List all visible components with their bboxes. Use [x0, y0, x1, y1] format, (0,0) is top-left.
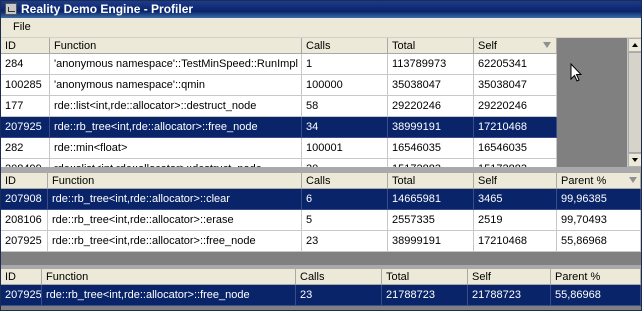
cell-function[interactable]: 'anonymous namespace'::qmin: [50, 75, 302, 96]
cell-self[interactable]: 35038047: [474, 75, 557, 96]
cell-calls[interactable]: 100000: [302, 75, 388, 96]
cell-function[interactable]: rde::rb_tree<int,rde::allocator>::free_n…: [50, 117, 302, 138]
scroll-down-arrow-icon[interactable]: [628, 153, 641, 167]
callees-grid: ID Function Calls Total Self Parent % 20…: [1, 269, 641, 310]
column-header-calls[interactable]: Calls: [302, 38, 388, 54]
column-header-function[interactable]: Function: [48, 173, 302, 189]
cell-calls[interactable]: 58: [302, 96, 388, 117]
column-header-calls[interactable]: Calls: [296, 269, 382, 285]
profiler-window: Reality Demo Engine - Profiler File ID F…: [0, 0, 642, 311]
cell-calls[interactable]: 23: [296, 285, 382, 306]
top-grid-scrollbar[interactable]: [627, 38, 641, 167]
cell-calls[interactable]: 34: [302, 117, 388, 138]
cell-calls[interactable]: 100001: [302, 138, 388, 159]
cell-id[interactable]: 100285: [1, 75, 50, 96]
cell-function[interactable]: 'anonymous namespace'::TestMinSpeed::Run…: [50, 54, 302, 75]
column-header-parent-percent[interactable]: Parent %: [551, 269, 641, 285]
column-header-function[interactable]: Function: [50, 38, 302, 54]
sort-descending-icon[interactable]: [629, 177, 637, 183]
cell-self[interactable]: 2519: [474, 210, 557, 231]
cell-parent-percent[interactable]: 99,70493: [557, 210, 641, 231]
cell-total[interactable]: 113789973: [388, 54, 474, 75]
column-header-total[interactable]: Total: [388, 38, 474, 54]
cell-self[interactable]: 16546035: [474, 138, 557, 159]
menu-file[interactable]: File: [13, 21, 31, 33]
column-header-id[interactable]: ID: [1, 38, 50, 54]
cell-total[interactable]: 2557335: [388, 210, 474, 231]
cell-total[interactable]: 14665981: [388, 189, 474, 210]
column-header-function[interactable]: Function: [42, 269, 296, 285]
table-row[interactable]: 207925 rde::rb_tree<int,rde::allocator>::…: [1, 117, 557, 138]
sort-descending-icon[interactable]: [543, 42, 551, 48]
column-header-self[interactable]: Self: [474, 173, 557, 189]
callers-grid: ID Function Calls Total Self Parent % 20…: [1, 173, 641, 265]
cell-id[interactable]: 282: [1, 138, 50, 159]
cell-function[interactable]: rde::rb_tree<int,rde::allocator>::clear: [48, 189, 302, 210]
cell-function[interactable]: rde::rb_tree<int,rde::allocator>::free_n…: [48, 231, 302, 252]
cell-function[interactable]: rde::min<float>: [50, 138, 302, 159]
bottom-grid-header: ID Function Calls Total Self Parent %: [1, 269, 641, 285]
table-row[interactable]: 177 rde::list<int,rde::allocator>::destru…: [1, 96, 557, 117]
cell-self[interactable]: 3465: [474, 189, 557, 210]
column-header-self[interactable]: Self: [468, 269, 551, 285]
cell-id[interactable]: 207908: [1, 189, 48, 210]
cell-total[interactable]: 29220246: [388, 96, 474, 117]
cell-id[interactable]: 177: [1, 96, 50, 117]
table-row[interactable]: 207925 rde::rb_tree<int,rde::allocator>::…: [1, 231, 641, 252]
mouse-cursor-icon: [570, 63, 582, 82]
table-row[interactable]: 207925 rde::rb_tree<int,rde::allocator>::…: [1, 285, 641, 306]
cell-self[interactable]: 62205341: [474, 54, 557, 75]
table-row[interactable]: 208106 rde::rb_tree<int,rde::allocator>::…: [1, 210, 641, 231]
cell-id[interactable]: 207925: [1, 285, 42, 306]
cell-total[interactable]: 38999191: [388, 117, 474, 138]
scroll-up-arrow-icon[interactable]: [628, 38, 641, 52]
column-header-total[interactable]: Total: [382, 269, 468, 285]
scroll-thumb[interactable]: [628, 52, 641, 153]
menu-bar: File: [1, 18, 641, 37]
title-bar[interactable]: Reality Demo Engine - Profiler: [1, 1, 641, 18]
column-header-id[interactable]: ID: [1, 173, 48, 189]
cell-self[interactable]: 29220246: [474, 96, 557, 117]
cell-function[interactable]: rde::list<int,rde::allocator>::destruct_…: [50, 96, 302, 117]
column-header-id[interactable]: ID: [1, 269, 42, 285]
cell-total[interactable]: 21788723: [382, 285, 468, 306]
cell-total[interactable]: 38999191: [388, 231, 474, 252]
top-grid-header: ID Function Calls Total Self: [1, 38, 557, 54]
table-row[interactable]: 284'anonymous namespace'::TestMinSpeed::…: [1, 54, 557, 75]
cell-total[interactable]: 16546035: [388, 138, 474, 159]
cell-id[interactable]: 284: [1, 54, 50, 75]
middle-grid-header: ID Function Calls Total Self Parent %: [1, 173, 641, 189]
cell-parent-percent[interactable]: 55,86968: [551, 285, 641, 306]
cell-parent-percent[interactable]: 99,96385: [557, 189, 641, 210]
window-title: Reality Demo Engine - Profiler: [21, 2, 194, 16]
app-icon: [5, 3, 17, 15]
table-row[interactable]: 207908 rde::rb_tree<int,rde::allocator>::…: [1, 189, 641, 210]
cell-calls[interactable]: 5: [302, 210, 388, 231]
cell-id[interactable]: 207925: [1, 231, 48, 252]
cell-self[interactable]: 17210468: [474, 117, 557, 138]
cell-calls[interactable]: 1: [302, 54, 388, 75]
cell-self[interactable]: 21788723: [468, 285, 551, 306]
cell-parent-percent[interactable]: 55,86968: [557, 231, 641, 252]
cell-calls[interactable]: 23: [302, 231, 388, 252]
cell-function[interactable]: rde::rb_tree<int,rde::allocator>::erase: [48, 210, 302, 231]
cell-id[interactable]: 207925: [1, 117, 50, 138]
top-function-grid: ID Function Calls Total Self 284'anonymo…: [1, 38, 627, 180]
column-header-calls[interactable]: Calls: [302, 173, 388, 189]
table-row[interactable]: 100285'anonymous namespace'::qmin 100000 3…: [1, 75, 557, 96]
cell-function[interactable]: rde::rb_tree<int,rde::allocator>::free_n…: [42, 285, 296, 306]
cell-calls[interactable]: 6: [302, 189, 388, 210]
column-header-total[interactable]: Total: [388, 173, 474, 189]
cell-id[interactable]: 208106: [1, 210, 48, 231]
cell-self[interactable]: 17210468: [474, 231, 557, 252]
table-row[interactable]: 282 rde::min<float> 100001 16546035 16546035: [1, 138, 557, 159]
cell-total[interactable]: 35038047: [388, 75, 474, 96]
